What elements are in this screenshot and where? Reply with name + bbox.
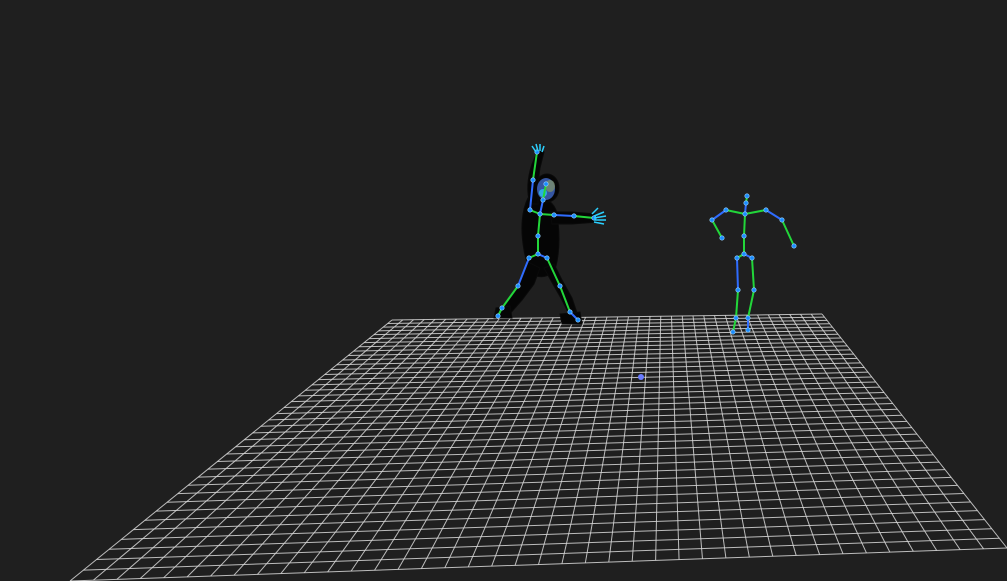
skeleton-joint (733, 315, 739, 321)
right-hand-icon (591, 207, 607, 225)
skeleton-joint (779, 217, 785, 223)
skeleton-joint (763, 207, 769, 213)
floor-grid-column (210, 318, 457, 577)
skeleton-bone (744, 209, 767, 215)
floor-grid-column (671, 316, 680, 560)
skeleton-joint (530, 177, 536, 183)
skeleton-joint (557, 283, 563, 289)
floor-grid (69, 313, 1007, 581)
skeleton-joint (575, 317, 581, 323)
skeleton-joint (749, 255, 755, 261)
floor-grid-column (186, 318, 447, 578)
floor-grid-column (538, 316, 608, 565)
left-hand-icon (531, 143, 545, 153)
skeleton-joint (544, 255, 550, 261)
floor-grid-column (491, 317, 586, 567)
skeleton-joint (540, 197, 546, 203)
floor-grid-column (303, 318, 500, 574)
origin-marker-dot (638, 374, 644, 380)
skeleton-joint (735, 287, 741, 293)
skeleton-joint (527, 207, 533, 213)
skeleton-joint (745, 327, 751, 333)
skeleton-bone (765, 209, 783, 221)
floor-grid-column (514, 316, 597, 566)
skeleton-joint (515, 283, 521, 289)
skeleton-joint (495, 313, 501, 319)
skeleton-joint (567, 309, 573, 315)
skeleton-joint (734, 255, 740, 261)
skeleton-joint (751, 287, 757, 293)
reference-skeleton[interactable] (709, 193, 797, 335)
floor-grid-column (584, 316, 629, 563)
floor-grid-column (444, 317, 565, 569)
scene-canvas[interactable] (0, 0, 1007, 581)
3d-viewport[interactable] (0, 0, 1007, 581)
skeleton-bone (781, 219, 795, 247)
skeleton-joint (499, 305, 505, 311)
skeleton-bone (751, 257, 755, 291)
skeleton-joint (551, 212, 557, 218)
skeleton-joint (719, 235, 725, 241)
floor-grid-column (233, 318, 468, 576)
floor-grid-column (681, 315, 703, 559)
skeleton-bone (553, 214, 575, 217)
skeleton-joint (543, 181, 549, 187)
skeleton-joint (741, 233, 747, 239)
skeleton-bone (711, 219, 723, 239)
skeleton-joint (526, 255, 532, 261)
origin-marker (638, 374, 644, 380)
skeleton-joint (535, 233, 541, 239)
skeleton-joint (571, 213, 577, 219)
skeleton-joint (730, 329, 736, 335)
floor-grid-column (655, 316, 662, 561)
floor-grid-column (350, 317, 522, 572)
floor-grid-column (561, 316, 619, 564)
skeleton-joint (535, 251, 541, 257)
floor-grid-column (420, 317, 554, 569)
floor-grid-column (280, 318, 490, 574)
skeleton-bone (743, 213, 746, 237)
skeleton-joint (791, 243, 797, 249)
skeleton-bone (735, 289, 739, 319)
mesh-character[interactable] (493, 143, 607, 325)
skeleton-joint (745, 315, 751, 321)
skeleton-joint (537, 211, 543, 217)
skeleton-joint (744, 193, 750, 199)
skeleton-bone (725, 209, 746, 215)
skeleton-joint (723, 207, 729, 213)
skeleton-bone (747, 289, 755, 319)
floor-grid-column (374, 317, 533, 571)
floor-grid-column (257, 318, 479, 575)
skeleton-joint (743, 200, 749, 206)
skeleton-joint (741, 251, 747, 257)
skeleton-bone (736, 257, 739, 291)
skeleton-joint (709, 217, 715, 223)
skeleton-joint (742, 211, 748, 217)
skeleton-bone (711, 209, 727, 221)
